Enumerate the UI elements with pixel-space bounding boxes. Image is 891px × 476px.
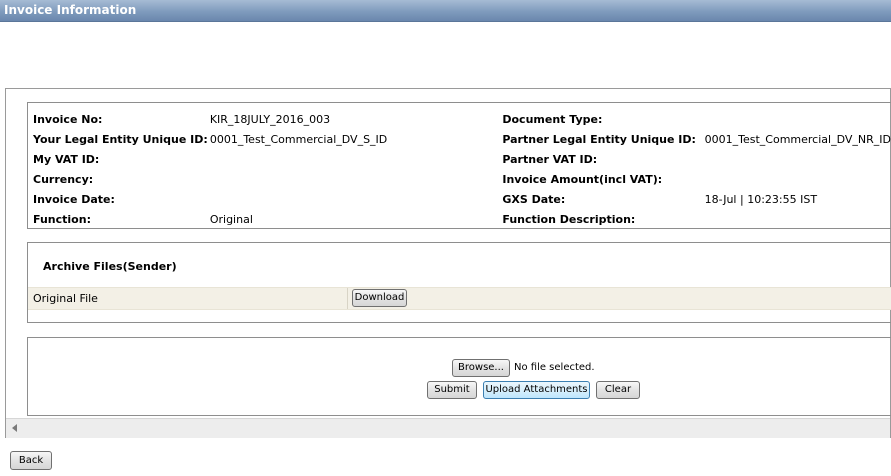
details-row: My VAT ID: Partner VAT ID: (33, 149, 891, 169)
invoice-date-label: Invoice Date: (33, 192, 115, 206)
details-row: Invoice No: KIR_18JULY_2016_003 Document… (33, 109, 891, 129)
archive-files-title: Archive Files(Sender) (43, 260, 177, 273)
horizontal-scrollbar[interactable] (6, 418, 890, 438)
invoice-amount-value (705, 169, 891, 189)
gxs-date-value: 18-Jul | 10:23:55 IST (704, 192, 818, 206)
function-description-value (705, 209, 891, 229)
currency-label: Currency: (33, 172, 94, 186)
function-description-label: Function Description: (502, 212, 636, 226)
submit-button[interactable]: Submit (427, 381, 477, 399)
upload-attachments-button[interactable]: Upload Attachments (483, 381, 590, 399)
partner-entity-label: Partner Legal Entity Unique ID: (502, 132, 696, 146)
my-vat-value (210, 149, 503, 169)
invoice-amount-label: Invoice Amount(incl VAT): (502, 172, 663, 186)
upload-box: Browse... No file selected. Submit Uploa… (27, 337, 891, 416)
no-file-selected-text: No file selected. (514, 362, 595, 373)
archive-file-row: Original File Download (28, 287, 891, 310)
archive-files-box: Archive Files(Sender) Original File Down… (27, 242, 891, 323)
function-value: Original (209, 212, 253, 226)
document-type-label: Document Type: (502, 112, 603, 126)
details-row: Invoice Date: GXS Date: 18-Jul | 10:23:5… (33, 189, 891, 209)
legal-entity-label: Your Legal Entity Unique ID: (33, 132, 208, 146)
invoice-details-table: Invoice No: KIR_18JULY_2016_003 Document… (33, 109, 891, 229)
details-row: Function: Original Function Description: (33, 209, 891, 229)
document-type-value (705, 109, 891, 129)
invoice-date-value (210, 189, 503, 209)
details-row: Your Legal Entity Unique ID: 0001_Test_C… (33, 129, 891, 149)
archive-file-name: Original File (33, 292, 98, 305)
partner-vat-value (705, 149, 891, 169)
browse-button[interactable]: Browse... (452, 359, 510, 377)
scroll-left-arrow-icon[interactable] (12, 424, 17, 432)
invoice-no-value: KIR_18JULY_2016_003 (209, 112, 331, 126)
my-vat-label: My VAT ID: (33, 152, 100, 166)
page-title: Invoice Information (4, 3, 137, 17)
invoice-no-label: Invoice No: (33, 112, 103, 126)
clear-button[interactable]: Clear (596, 381, 640, 399)
invoice-panel: Invoice No: KIR_18JULY_2016_003 Document… (5, 88, 891, 438)
partner-vat-label: Partner VAT ID: (502, 152, 598, 166)
gxs-date-label: GXS Date: (502, 192, 566, 206)
download-button[interactable]: Download (352, 289, 407, 307)
invoice-details-box: Invoice No: KIR_18JULY_2016_003 Document… (27, 102, 891, 229)
currency-value (210, 169, 503, 189)
back-button[interactable]: Back (10, 451, 52, 470)
details-row: Currency: Invoice Amount(incl VAT): (33, 169, 891, 189)
page-title-bar: Invoice Information (0, 0, 891, 22)
partner-entity-value: 0001_Test_Commercial_DV_NR_ID (704, 132, 891, 146)
column-divider (347, 288, 348, 309)
function-label: Function: (33, 212, 91, 226)
legal-entity-value: 0001_Test_Commercial_DV_S_ID (209, 132, 388, 146)
